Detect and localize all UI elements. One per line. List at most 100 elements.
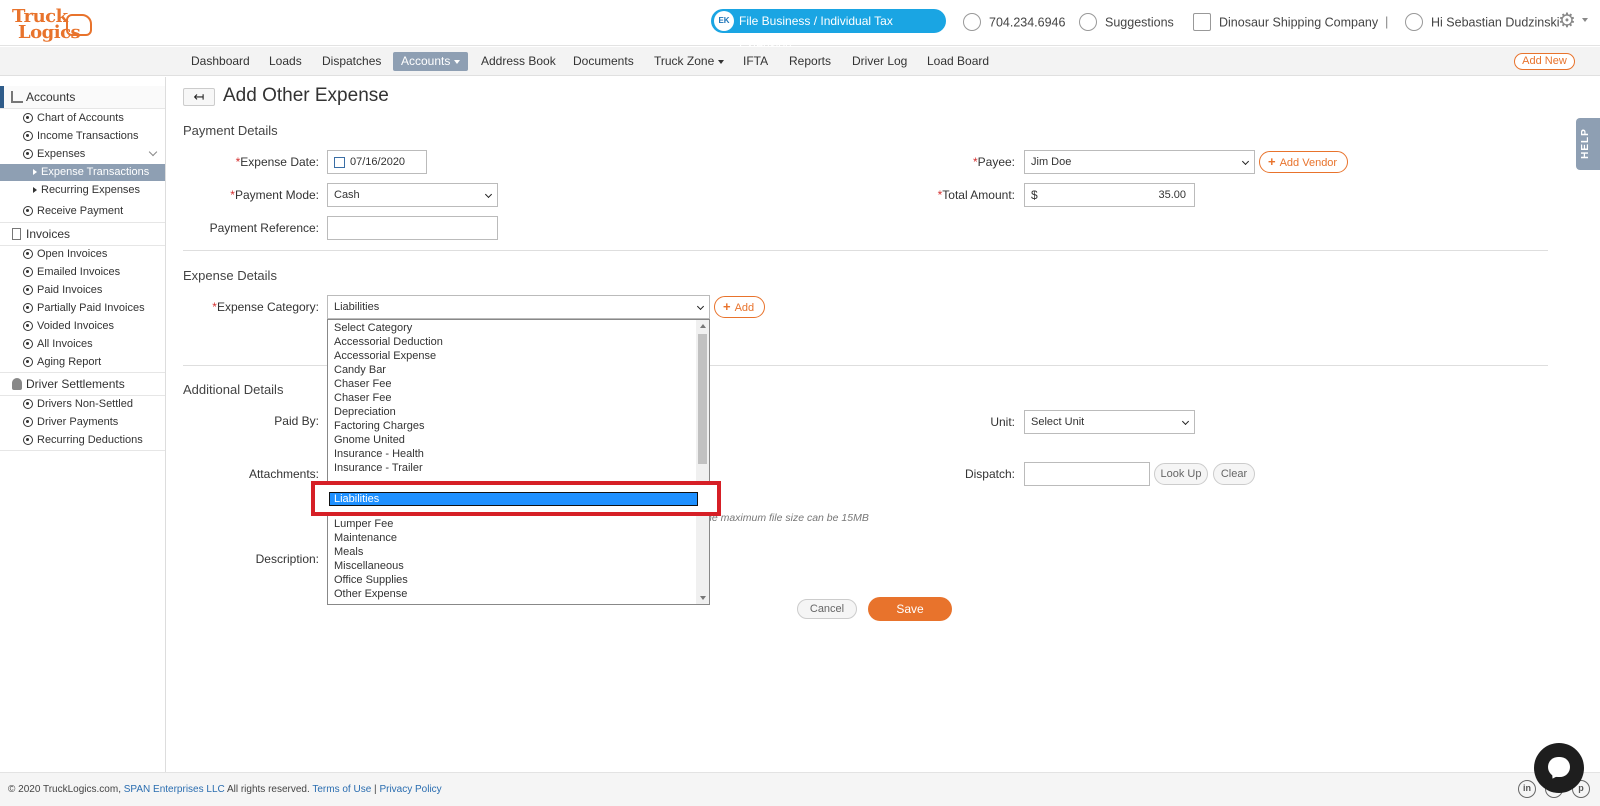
sidebar-item-drivers-non-settled[interactable]: Drivers Non-Settled <box>0 395 165 413</box>
sidebar-item-chart-of-accounts[interactable]: Chart of Accounts <box>0 109 165 127</box>
nav-address-book[interactable]: Address Book <box>473 52 564 71</box>
linkedin-icon[interactable]: in <box>1518 780 1536 798</box>
sidebar-item-aging-report[interactable]: Aging Report <box>0 353 165 371</box>
dropdown-option[interactable]: Miscellaneous <box>334 559 404 573</box>
dropdown-option[interactable]: Select Category <box>334 321 412 335</box>
add-vendor-button[interactable]: + Add Vendor <box>1259 151 1349 173</box>
nav-dispatches[interactable]: Dispatches <box>314 52 389 71</box>
sidebar-item-recurring-deductions[interactable]: Recurring Deductions <box>0 431 165 449</box>
privacy-policy-link[interactable]: Privacy Policy <box>379 784 441 795</box>
dropdown-option[interactable]: Office Supplies <box>334 573 408 587</box>
sidebar-item-label: Recurring Expenses <box>41 184 141 196</box>
sidebar-accounts[interactable]: Accounts <box>0 86 165 108</box>
clear-button[interactable]: Clear <box>1213 463 1255 485</box>
expense-category-select[interactable]: Liabilities <box>327 295 710 319</box>
expense-date-value: 07/16/2020 <box>350 156 406 168</box>
dropdown-option[interactable]: Candy Bar <box>334 363 386 377</box>
sidebar-item-driver-payments[interactable]: Driver Payments <box>0 413 165 431</box>
building-icon <box>1193 13 1211 31</box>
chevron-down-icon <box>484 190 493 199</box>
dropdown-option[interactable]: Accessorial Expense <box>334 349 436 363</box>
dropdown-option[interactable]: Factoring Charges <box>334 419 425 433</box>
dropdown-option[interactable]: Gnome United <box>334 433 405 447</box>
payee-select[interactable]: Jim Doe <box>1024 150 1255 174</box>
sidebar-invoices[interactable]: Invoices <box>0 223 165 245</box>
sidebar-driver-settlements[interactable]: Driver Settlements <box>0 373 165 395</box>
sidebar-item-emailed-invoices[interactable]: Emailed Invoices <box>0 263 165 281</box>
nav-loads[interactable]: Loads <box>261 52 310 71</box>
nav-driver-log[interactable]: Driver Log <box>844 52 915 71</box>
chat-widget-button[interactable] <box>1534 743 1584 793</box>
payment-mode-select[interactable]: Cash <box>327 183 498 207</box>
span-enterprises-link[interactable]: SPAN Enterprises LLC <box>124 784 225 795</box>
nav-truck-zone-label: Truck Zone <box>654 54 715 68</box>
payment-mode-label: *Payment Mode: <box>200 188 319 202</box>
payment-mode-label-text: Payment Mode: <box>234 188 319 202</box>
dropdown-scrollbar[interactable] <box>696 320 709 604</box>
expense-date-field[interactable]: 07/16/2020 <box>327 150 427 174</box>
dispatch-field[interactable] <box>1024 462 1150 486</box>
cancel-button[interactable]: Cancel <box>797 599 857 619</box>
sidebar-item-receive-payment[interactable]: Receive Payment <box>0 202 165 220</box>
sidebar-item-label: Partially Paid Invoices <box>37 302 145 314</box>
sidebar-item-all-invoices[interactable]: All Invoices <box>0 335 165 353</box>
dropdown-option[interactable]: Accessorial Deduction <box>334 335 443 349</box>
terms-of-use-link[interactable]: Terms of Use <box>312 784 371 795</box>
nav-dashboard[interactable]: Dashboard <box>183 52 258 71</box>
dropdown-option[interactable]: Meals <box>334 545 363 559</box>
phone-link[interactable]: 704.234.6946 <box>963 13 1065 32</box>
bar-chart-icon <box>11 91 23 103</box>
suggestions-label: Suggestions <box>1105 15 1174 30</box>
chevron-down-icon <box>1582 18 1588 22</box>
sidebar-item-partially-paid-invoices[interactable]: Partially Paid Invoices <box>0 299 165 317</box>
nav-reports[interactable]: Reports <box>781 52 839 71</box>
suggestions-link[interactable]: Suggestions <box>1079 13 1174 32</box>
expense-category-dropdown[interactable]: Select Category Accessorial Deduction Ac… <box>327 319 710 605</box>
dropdown-option[interactable]: Other Expense <box>334 587 407 601</box>
dropdown-option[interactable]: Chaser Fee <box>334 377 391 391</box>
scrollbar-thumb[interactable] <box>698 334 707 464</box>
nav-ifta[interactable]: IFTA <box>735 52 776 71</box>
total-amount-field[interactable]: $ 35.00 <box>1024 183 1195 207</box>
scroll-down-icon[interactable] <box>700 596 706 600</box>
expense-date-label: *Expense Date: <box>200 155 319 169</box>
unit-select[interactable]: Select Unit <box>1024 410 1195 434</box>
company-selector[interactable]: Dinosaur Shipping Company <box>1193 13 1378 32</box>
dropdown-option[interactable]: Insurance - Trailer <box>334 461 423 475</box>
sidebar-item-expense-transactions[interactable]: Expense Transactions <box>0 164 165 181</box>
dropdown-option[interactable]: Chaser Fee <box>334 391 391 405</box>
help-tab[interactable]: HELP <box>1576 118 1600 170</box>
sidebar-item-open-invoices[interactable]: Open Invoices <box>0 245 165 263</box>
gear-icon[interactable]: ⚙ <box>1558 11 1576 31</box>
sidebar-item-paid-invoices[interactable]: Paid Invoices <box>0 281 165 299</box>
dropdown-option[interactable]: Depreciation <box>334 405 396 419</box>
sidebar-item-expenses[interactable]: Expenses <box>0 145 165 163</box>
user-menu[interactable]: Hi Sebastian Dudzinski <box>1405 13 1560 32</box>
dropdown-option[interactable]: Maintenance <box>334 531 397 545</box>
tax-extension-button[interactable]: EK File Business / Individual Tax Extens… <box>711 9 946 52</box>
trucklogics-logo[interactable]: Truck Logics <box>10 6 94 42</box>
add-category-button[interactable]: + Add <box>714 296 766 318</box>
payment-reference-field[interactable] <box>327 216 498 240</box>
dropdown-option[interactable]: Insurance - Health <box>334 447 424 461</box>
scroll-up-icon[interactable] <box>700 324 706 328</box>
dropdown-option-selected[interactable]: Liabilities <box>329 492 698 506</box>
sidebar-item-income-transactions[interactable]: Income Transactions <box>0 127 165 145</box>
back-button[interactable]: ↤ <box>183 88 215 106</box>
user-greeting: Hi Sebastian Dudzinski <box>1431 15 1560 30</box>
currency-symbol: $ <box>1031 188 1038 202</box>
save-button[interactable]: Save <box>868 597 952 621</box>
add-new-button[interactable]: Add New <box>1514 53 1575 70</box>
chevron-down-icon <box>718 59 725 64</box>
sidebar-item-voided-invoices[interactable]: Voided Invoices <box>0 317 165 335</box>
main-nav: Dashboard Loads Dispatches Accounts Addr… <box>0 47 1600 76</box>
nav-accounts[interactable]: Accounts <box>393 52 469 71</box>
dropdown-option[interactable]: Lumper Fee <box>334 517 393 531</box>
sidebar-item-recurring-expenses[interactable]: Recurring Expenses <box>0 182 165 199</box>
chevron-down-icon <box>1241 157 1250 166</box>
page-title: Add Other Expense <box>223 85 389 106</box>
look-up-button[interactable]: Look Up <box>1154 463 1208 485</box>
nav-load-board[interactable]: Load Board <box>919 52 997 71</box>
nav-truck-zone[interactable]: Truck Zone <box>646 52 732 71</box>
nav-documents[interactable]: Documents <box>565 52 642 71</box>
